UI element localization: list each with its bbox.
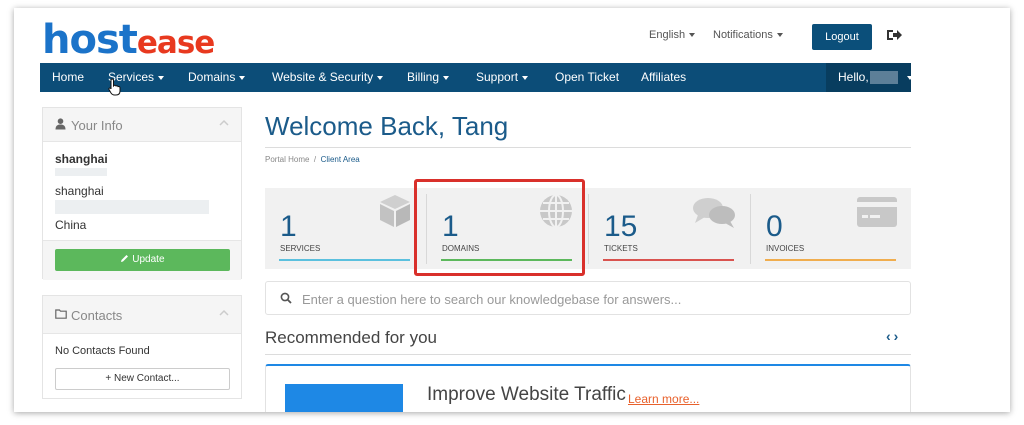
redacted-address [55, 200, 209, 214]
language-label: English [649, 29, 686, 41]
stats-tiles: 1 SERVICES 1 DOMAINS 15 TICKETS 0 INVOIC… [265, 188, 911, 269]
browser-window: hostease English Notifications Logout Ho… [14, 8, 1010, 412]
nav-affiliates-label: Affiliates [641, 70, 687, 84]
nav-support-label: Support [476, 70, 519, 84]
carousel-nav: ‹› [886, 328, 901, 344]
recommended-divider [265, 354, 911, 355]
no-contacts-text: No Contacts Found [55, 345, 150, 357]
nav-website-security[interactable]: Website & Security [272, 63, 384, 92]
info-city: shanghai [55, 184, 104, 198]
comments-icon [693, 198, 735, 228]
contacts-header[interactable]: Contacts [43, 296, 241, 334]
breadcrumb-client-area: Client Area [320, 155, 360, 164]
search-icon [280, 292, 292, 304]
pencil-icon [121, 255, 129, 262]
nav-billing-label: Billing [407, 70, 440, 84]
nav-open-ticket[interactable]: Open Ticket [555, 63, 619, 92]
recommendation-title: Improve Website Traffic [427, 384, 626, 405]
learn-more-link[interactable]: Learn more... [628, 392, 699, 406]
breadcrumb-portal-home[interactable]: Portal Home [265, 155, 309, 164]
sign-out-icon[interactable] [886, 28, 902, 42]
invoices-count: 0 [766, 210, 783, 243]
nav-support[interactable]: Support [476, 63, 529, 92]
chevron-down-icon [776, 33, 783, 38]
info-country: China [55, 218, 87, 232]
recommendation-image [285, 384, 403, 412]
redacted-info [55, 168, 107, 176]
folder-icon [55, 309, 67, 319]
nav-home[interactable]: Home [52, 63, 84, 92]
hand-pointer-icon [108, 78, 121, 96]
tile-invoices[interactable]: 0 INVOICES [751, 188, 912, 269]
nav-open-ticket-label: Open Ticket [555, 70, 620, 84]
nav-home-label: Home [52, 70, 85, 84]
logo-host-text: host [42, 17, 138, 63]
domains-highlight-annotation [414, 179, 585, 276]
your-info-title: Your Info [71, 118, 123, 133]
tickets-bar [603, 259, 734, 261]
tickets-count: 15 [604, 210, 638, 243]
nav-affiliates[interactable]: Affiliates [641, 63, 686, 92]
nav-website-security-label: Website & Security [272, 70, 374, 84]
update-button[interactable]: Update [55, 249, 230, 271]
update-label: Update [132, 254, 165, 265]
services-bar [279, 259, 410, 261]
hello-label: Hello, [838, 70, 869, 84]
user-menu[interactable]: Hello, [826, 63, 913, 92]
chevron-down-icon [239, 75, 246, 80]
hostease-logo[interactable]: hostease [42, 16, 215, 67]
chevron-down-icon [689, 33, 696, 38]
knowledgebase-search [265, 281, 911, 315]
notifications-label: Notifications [713, 29, 773, 41]
recommended-title: Recommended for you [265, 328, 437, 347]
your-info-panel: Your Info shanghai shanghai China Update [42, 107, 242, 280]
title-divider [265, 147, 911, 148]
contacts-title: Contacts [71, 308, 123, 323]
info-company: shanghai [55, 152, 108, 166]
chevron-down-icon [522, 75, 529, 80]
your-info-header[interactable]: Your Info [43, 108, 241, 142]
tile-tickets[interactable]: 15 TICKETS [589, 188, 750, 269]
contacts-panel: Contacts No Contacts Found + New Contact… [42, 295, 242, 399]
breadcrumb: Portal Home / Client Area [265, 155, 360, 164]
services-count: 1 [280, 210, 297, 243]
kb-search-input[interactable] [302, 288, 892, 310]
invoices-bar [765, 259, 896, 261]
breadcrumb-separator: / [311, 155, 319, 164]
chevron-down-icon [377, 75, 384, 80]
nav-domains[interactable]: Domains [188, 63, 246, 92]
chevron-down-icon [907, 76, 913, 80]
nav-domains-label: Domains [188, 70, 236, 84]
chevron-left-icon[interactable]: ‹ [886, 328, 894, 344]
nav-billing[interactable]: Billing [407, 63, 450, 92]
chevron-down-icon [158, 75, 165, 80]
chevron-down-icon [443, 75, 450, 80]
chevron-right-icon[interactable]: › [894, 328, 902, 344]
logo-ease-text: ease [136, 25, 215, 61]
recommendation-card: Improve Website Traffic Learn more... [265, 364, 911, 412]
chevron-up-icon[interactable] [219, 309, 229, 317]
logout-button[interactable]: Logout [812, 24, 872, 50]
chevron-up-icon[interactable] [219, 119, 229, 127]
box-icon [380, 195, 410, 227]
language-dropdown[interactable]: English [649, 29, 696, 41]
redacted-username [870, 71, 898, 84]
services-label: SERVICES [280, 244, 321, 253]
notifications-dropdown[interactable]: Notifications [713, 29, 783, 41]
credit-card-icon [857, 197, 897, 227]
invoices-label: INVOICES [766, 244, 805, 253]
tickets-label: TICKETS [604, 244, 638, 253]
main-navbar: Home Services Domains Website & Security… [40, 63, 913, 92]
page-title: Welcome Back, Tang [265, 111, 509, 141]
user-icon [55, 118, 66, 130]
tile-services[interactable]: 1 SERVICES [265, 188, 426, 269]
new-contact-button[interactable]: + New Contact... [55, 368, 230, 390]
